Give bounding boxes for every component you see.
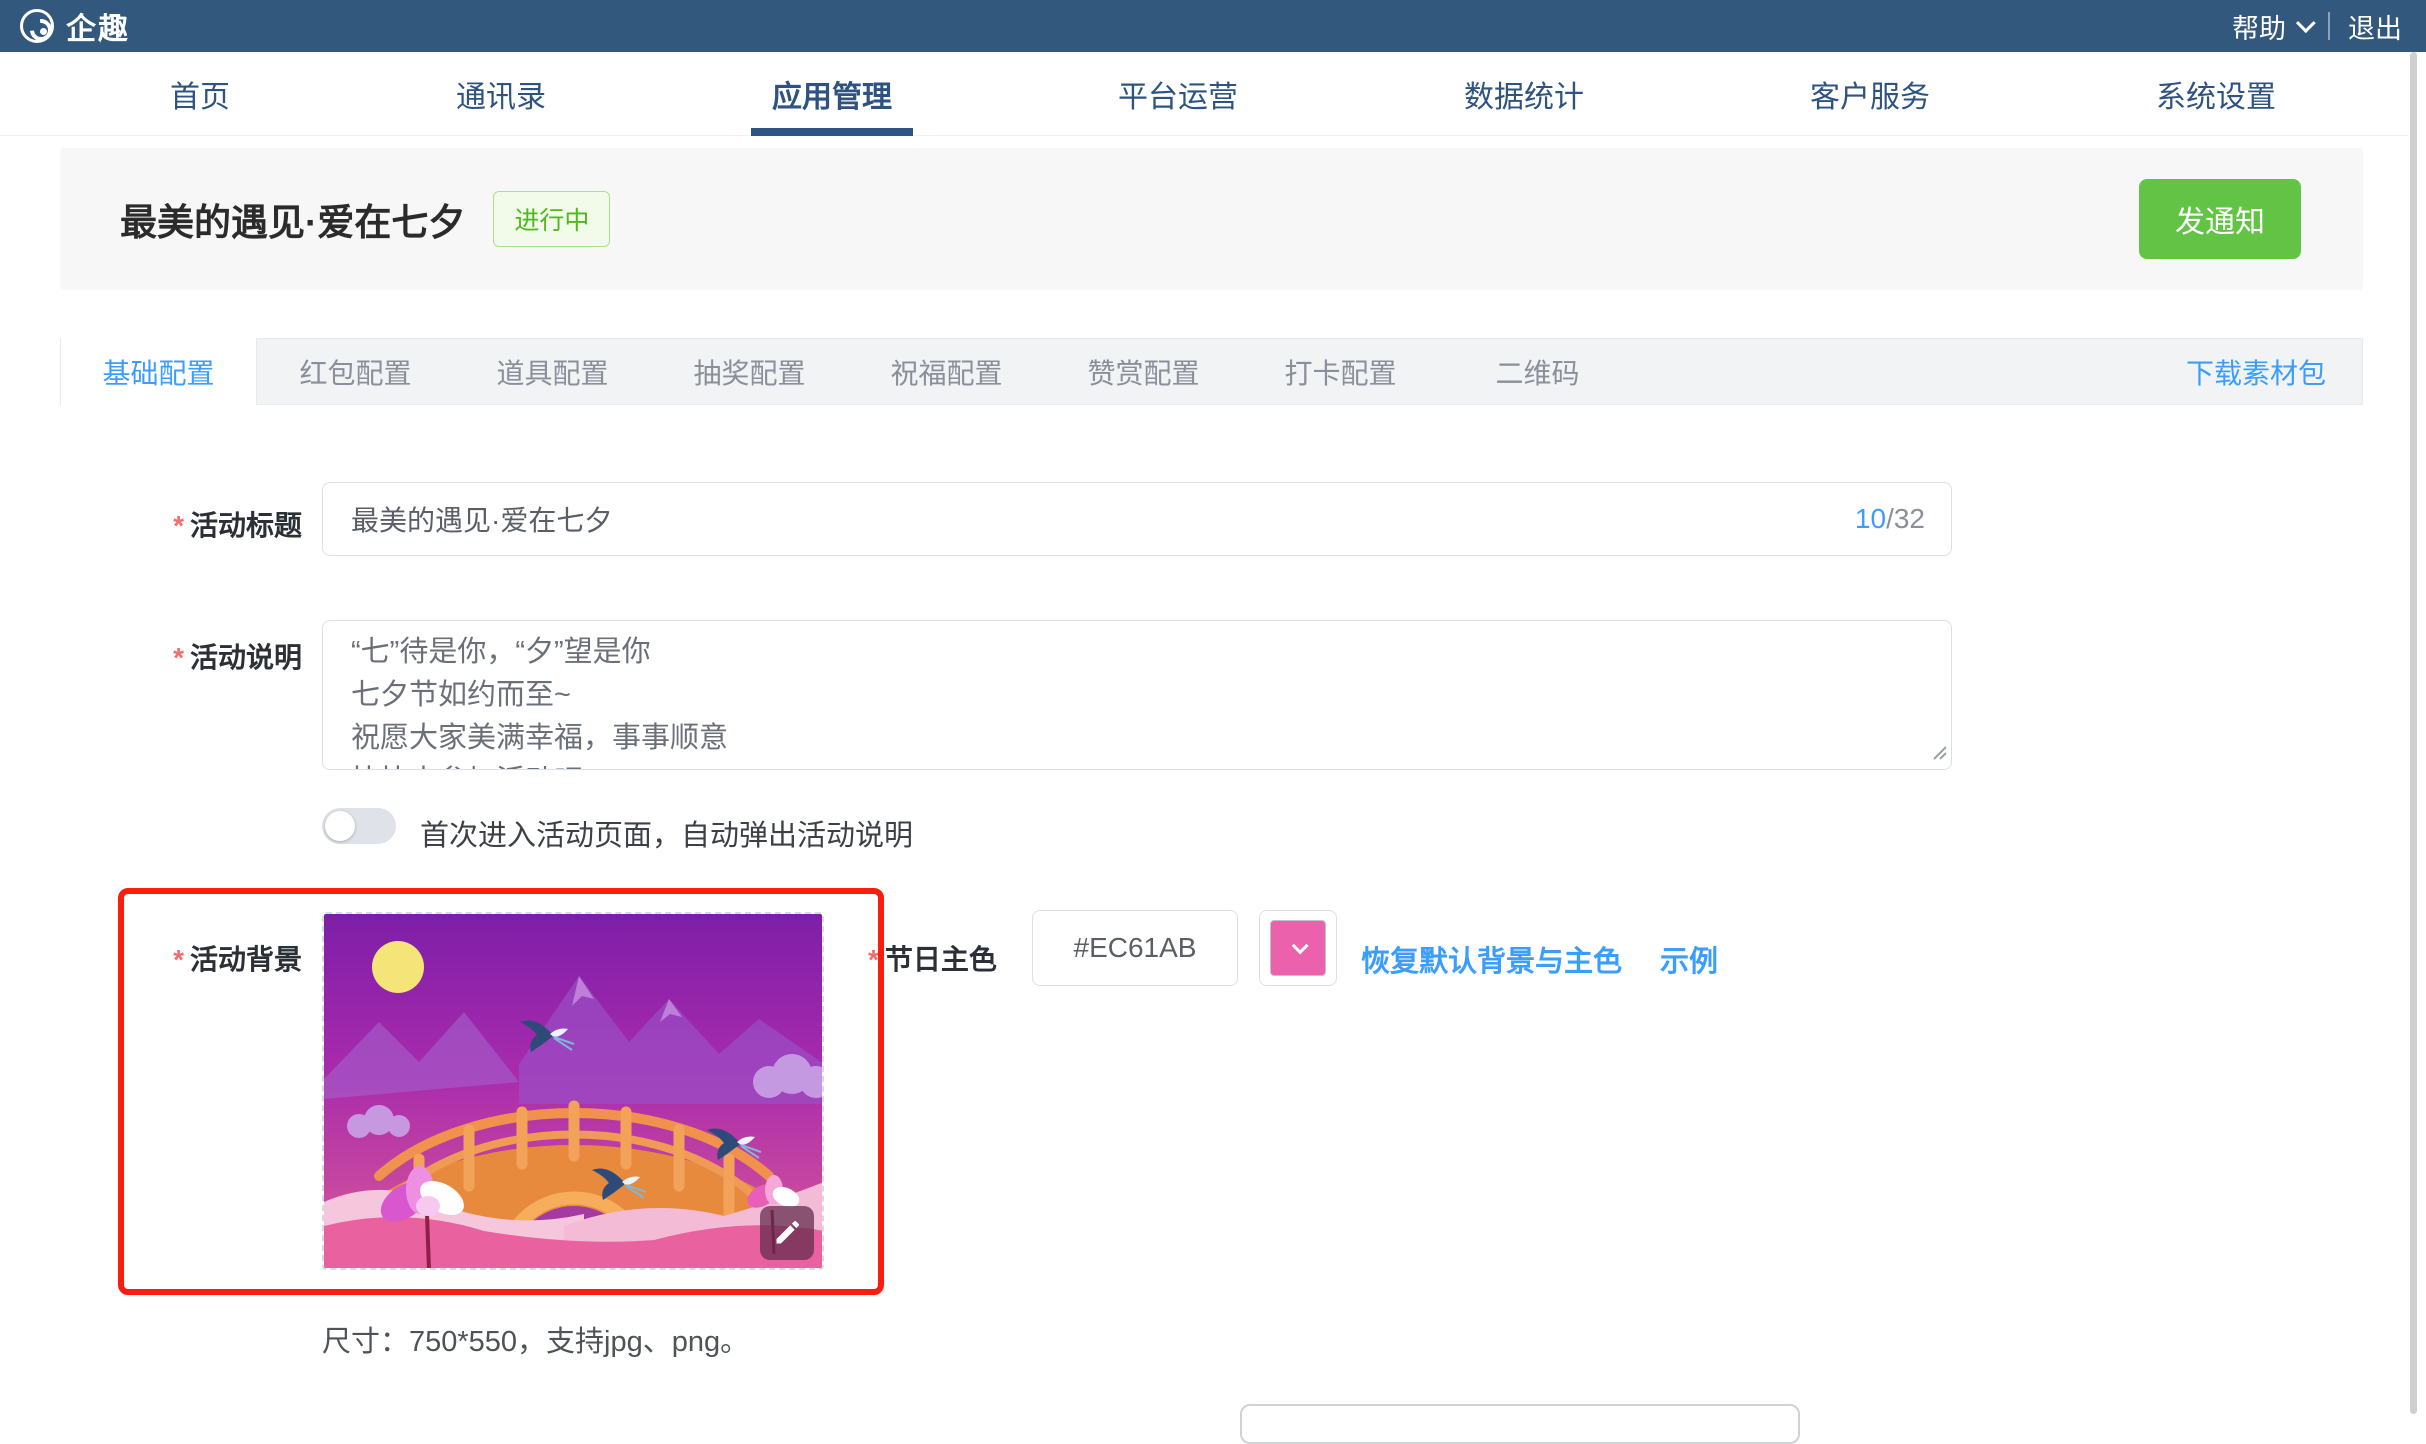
nav-item-system-settings[interactable]: 系统设置: [2156, 52, 2276, 136]
tab-lottery-config[interactable]: 抽奖配置: [651, 339, 848, 404]
chevron-down-icon: [1292, 937, 1309, 954]
activity-title-field: 10/32: [322, 482, 1952, 556]
nav-item-app-management[interactable]: 应用管理: [772, 52, 892, 136]
help-menu[interactable]: 帮助: [2232, 7, 2310, 46]
required-asterisk: *: [173, 944, 184, 975]
nav-item-platform-ops[interactable]: 平台运营: [1118, 52, 1238, 136]
topbar-divider: [2328, 12, 2330, 40]
tab-blessing-config[interactable]: 祝福配置: [848, 339, 1045, 404]
theme-color-label: *节日主色: [868, 938, 997, 978]
size-hint: 尺寸：750*550，支持jpg、png。: [322, 1318, 749, 1360]
example-link[interactable]: 示例: [1660, 938, 1718, 980]
tab-reward-config[interactable]: 赞赏配置: [1045, 339, 1242, 404]
nav-item-contacts[interactable]: 通讯录: [456, 52, 546, 136]
nav-item-customer-service[interactable]: 客户服务: [1810, 52, 1930, 136]
tab-qrcode[interactable]: 二维码: [1439, 339, 1636, 404]
activity-desc-field: “七”待是你，“夕”望是你 七夕节如约而至~ 祝愿大家美满幸福，事事顺意 快快来…: [322, 620, 1952, 770]
qiqu-logo-icon: [20, 9, 54, 43]
edit-background-button[interactable]: [760, 1206, 814, 1260]
required-asterisk: *: [173, 510, 184, 541]
auto-popup-toggle[interactable]: [322, 808, 396, 844]
activity-desc-textarea[interactable]: “七”待是你，“夕”望是你 七夕节如约而至~ 祝愿大家美满幸福，事事顺意 快快来…: [323, 621, 1951, 770]
tab-checkin-config[interactable]: 打卡配置: [1242, 339, 1439, 404]
config-tabs: 基础配置 红包配置 道具配置 抽奖配置 祝福配置 赞赏配置 打卡配置 二维码 下…: [60, 338, 2363, 405]
help-label: 帮助: [2232, 7, 2286, 46]
send-notification-button[interactable]: 发通知: [2139, 179, 2301, 259]
brand-name: 企趣: [66, 4, 130, 48]
activity-title-label: *活动标题: [0, 504, 302, 544]
status-badge: 进行中: [493, 191, 610, 247]
nav-item-data-stats[interactable]: 数据统计: [1464, 52, 1584, 136]
tab-basic-config[interactable]: 基础配置: [60, 338, 257, 405]
resize-handle-icon[interactable]: [1931, 744, 1947, 765]
brand-logo[interactable]: 企趣: [20, 4, 130, 48]
download-assets-link[interactable]: 下载素材包: [2186, 352, 2326, 392]
next-field-partial[interactable]: [1240, 1404, 1800, 1444]
scrollbar-thumb[interactable]: [2410, 52, 2417, 1414]
required-asterisk: *: [868, 944, 879, 975]
color-picker-button[interactable]: [1259, 910, 1337, 986]
activity-background-image[interactable]: [322, 912, 824, 1270]
color-swatch: [1270, 920, 1326, 976]
tab-prop-config[interactable]: 道具配置: [454, 339, 651, 404]
chevron-down-icon: [2296, 13, 2316, 33]
activity-bg-label: *活动背景: [0, 938, 302, 978]
theme-color-field: [1032, 910, 1238, 986]
toggle-knob: [325, 811, 355, 841]
activity-title-input[interactable]: [323, 503, 1855, 535]
logout-button[interactable]: 退出: [2348, 7, 2402, 46]
char-counter: 10/32: [1855, 503, 1925, 535]
main-nav: 首页 通讯录 应用管理 平台运营 数据统计 客户服务 系统设置: [0, 52, 2426, 136]
theme-color-input[interactable]: [1033, 932, 1237, 964]
page-title: 最美的遇见·爱在七夕: [120, 192, 465, 246]
required-asterisk: *: [173, 642, 184, 673]
pencil-icon: [773, 1219, 801, 1247]
auto-popup-label: 首次进入活动页面，自动弹出活动说明: [420, 812, 913, 854]
activity-header: 最美的遇见·爱在七夕 进行中 发通知: [60, 148, 2363, 290]
scrollbar[interactable]: [2408, 52, 2426, 1414]
top-bar: 企趣 帮助 退出: [0, 0, 2426, 52]
activity-desc-label: *活动说明: [0, 636, 302, 676]
restore-default-link[interactable]: 恢复默认背景与主色: [1361, 938, 1622, 980]
tab-redpacket-config[interactable]: 红包配置: [257, 339, 454, 404]
nav-item-home[interactable]: 首页: [170, 52, 230, 136]
